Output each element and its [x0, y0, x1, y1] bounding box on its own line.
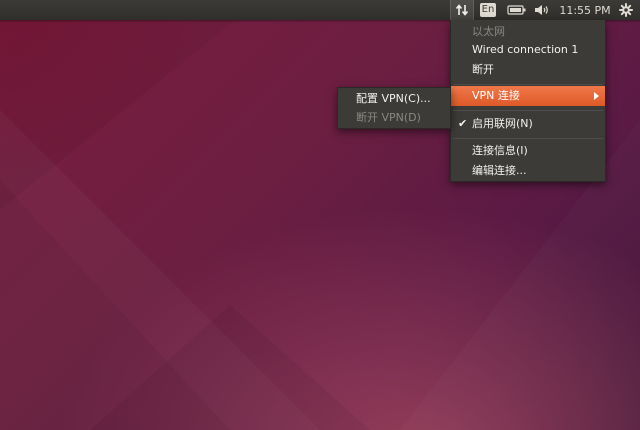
edit-connections-item[interactable]: 编辑连接... [451, 161, 605, 181]
gear-icon [619, 3, 633, 17]
keyboard-layout-indicator[interactable]: En [478, 0, 498, 20]
vpn-submenu: 配置 VPN(C)... 断开 VPN(D) [337, 87, 451, 129]
session-menu-indicator[interactable] [615, 0, 637, 20]
volume-icon [535, 5, 548, 15]
network-menu: 以太网 Wired connection 1 断开 VPN 连接 ✔ 启用联网(… [450, 20, 606, 182]
submenu-arrow-icon [594, 92, 599, 100]
menu-separator [453, 84, 603, 85]
connection-info-item[interactable]: 连接信息(I) [451, 141, 605, 161]
vpn-connections-item[interactable]: VPN 连接 [451, 86, 605, 106]
checkmark-icon: ✔ [458, 117, 468, 130]
top-panel: En 11:55 PM [0, 0, 640, 20]
clock[interactable]: 11:55 PM [557, 0, 613, 20]
sound-indicator[interactable] [532, 0, 552, 20]
battery-icon [507, 5, 526, 15]
enable-networking-item[interactable]: ✔ 启用联网(N) [451, 114, 605, 134]
menu-separator [453, 110, 603, 111]
ethernet-section-header: 以太网 [472, 25, 505, 38]
enable-networking-label: 启用联网(N) [472, 117, 533, 130]
configure-vpn-item[interactable]: 配置 VPN(C)... [338, 89, 450, 109]
disconnect-vpn-item: 断开 VPN(D) [356, 111, 421, 124]
wired-connection-item[interactable]: Wired connection 1 [451, 40, 605, 60]
network-indicator[interactable] [450, 0, 474, 20]
keyboard-layout-icon: En [480, 3, 496, 17]
menu-separator [453, 138, 603, 139]
disconnect-item[interactable]: 断开 [451, 60, 605, 80]
vpn-connections-label: VPN 连接 [472, 89, 520, 102]
battery-indicator[interactable] [505, 0, 529, 20]
network-updown-icon [455, 4, 469, 16]
